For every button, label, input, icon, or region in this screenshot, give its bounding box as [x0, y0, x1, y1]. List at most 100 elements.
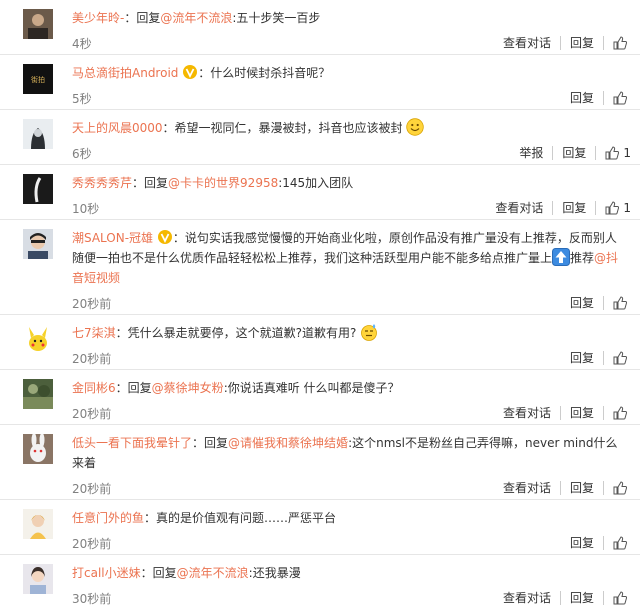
avatar[interactable] — [23, 9, 53, 39]
comment-username[interactable]: 天上的风晨0000 — [72, 121, 163, 135]
comment-text: 低头一看下面我晕针了：回复@请催我和蔡徐坤结婚:这个nmsl不是粉丝自己弄得嘛，… — [72, 436, 618, 470]
comment-time: 20秒前 — [72, 296, 112, 311]
comment-body: ：凭什么暴走就要停，这个就道歉?道歉有用? — [115, 326, 357, 340]
reply-link[interactable]: 回复 — [561, 536, 603, 550]
mention-link[interactable]: @流年不流浪 — [160, 11, 232, 25]
view-conversation-link[interactable]: 查看对话 — [494, 481, 560, 495]
comment-username[interactable]: 秀秀秀秀芹 — [72, 176, 132, 190]
avatar[interactable] — [23, 564, 53, 594]
like-button[interactable] — [603, 296, 640, 310]
comment-username[interactable]: 潮SALON-冠雄 — [72, 231, 153, 245]
like-button[interactable] — [603, 406, 640, 420]
comment-item: 美少年昤-：回复@流年不流浪:五十步笑一百步 4秒 查看对话 回复 — [0, 0, 640, 55]
like-button[interactable] — [603, 536, 640, 550]
reply-link[interactable]: 回复 — [552, 146, 595, 160]
reply-link[interactable]: 回复 — [559, 481, 603, 495]
verified-badge-icon — [183, 65, 198, 79]
comment-username[interactable]: 金同彬6 — [72, 381, 116, 395]
comment-time: 20秒前 — [72, 481, 112, 496]
like-button[interactable] — [603, 591, 640, 605]
comment-text: 秀秀秀秀芹：回复@卡卡的世界92958:145加入团队 — [72, 176, 354, 190]
avatar[interactable] — [23, 379, 53, 409]
view-conversation-link[interactable]: 查看对话 — [494, 406, 560, 420]
comment-time: 20秒前 — [72, 351, 112, 366]
like-count: 1 — [623, 146, 631, 160]
thumbs-up-icon — [613, 351, 627, 365]
reply-link[interactable]: 回复 — [559, 406, 603, 420]
comment-username[interactable]: 任意门外的鱼 — [72, 511, 144, 525]
verified-badge-icon — [157, 230, 172, 244]
avatar[interactable]: 街拍 — [23, 64, 53, 94]
like-button[interactable] — [603, 91, 640, 105]
svg-text:街拍: 街拍 — [31, 75, 45, 84]
like-button[interactable] — [603, 36, 640, 50]
comment-text: 打call小迷妹：回复@流年不流浪:还我暴漫 — [72, 566, 301, 580]
mention-link[interactable]: @卡卡的世界92958 — [168, 176, 278, 190]
mention-link[interactable]: @蔡徐坤女粉 — [152, 381, 224, 395]
thumbs-up-icon — [613, 406, 627, 420]
thumbs-up-icon — [613, 536, 627, 550]
comment-text: 马总滴街拍Android ：什么时候封杀抖音呢？ — [72, 63, 640, 83]
comment-item: 天上的风晨0000：希望一视同仁，暴漫被封，抖音也应该被封 6秒 举报 回复 1 — [0, 110, 640, 165]
comment-item: 任意门外的鱼：真的是价值观有问题……严惩平台 20秒前 回复 — [0, 500, 640, 555]
mention-link[interactable]: @流年不流浪 — [177, 566, 249, 580]
comment-text: 天上的风晨0000：希望一视同仁，暴漫被封，抖音也应该被封 — [72, 118, 640, 138]
sweat-emoji-icon — [361, 324, 378, 341]
thumbs-up-icon — [613, 591, 627, 605]
comment-body: ：希望一视同仁，暴漫被封，抖音也应该被封 — [162, 121, 403, 135]
view-conversation-link[interactable]: 查看对话 — [494, 36, 560, 50]
view-conversation-link[interactable]: 查看对话 — [494, 591, 560, 605]
comment-time: 4秒 — [72, 36, 92, 51]
view-conversation-link[interactable]: 查看对话 — [486, 201, 552, 215]
reply-link[interactable]: 回复 — [561, 91, 603, 105]
comment-username[interactable]: 打call小迷妹 — [72, 566, 141, 580]
like-button[interactable]: 1 — [595, 201, 640, 215]
comment-text: 七7柒淇：凭什么暴走就要停，这个就道歉?道歉有用? — [72, 323, 640, 343]
avatar[interactable] — [23, 119, 53, 149]
thumbs-up-icon — [613, 481, 627, 495]
smile-emoji-icon — [406, 118, 425, 136]
comment-username[interactable]: 美少年昤- — [72, 11, 124, 25]
comment-body: ：什么时候封杀抖音呢？ — [198, 66, 331, 80]
comment-body: :五十步笑一百步 — [232, 11, 321, 25]
comment-body: ：真的是价值观有问题……严惩平台 — [144, 511, 337, 525]
comment-text: 美少年昤-：回复@流年不流浪:五十步笑一百步 — [72, 11, 321, 25]
avatar[interactable] — [23, 174, 53, 204]
report-link[interactable]: 举报 — [510, 146, 552, 160]
comment-text: 金同彬6：回复@蔡徐坤女粉:你说话真难听 什么叫都是傻子？ — [72, 381, 400, 395]
reply-word: 回复 — [152, 566, 177, 580]
comment-item: 秀秀秀秀芹：回复@卡卡的世界92958:145加入团队 10秒 查看对话 回复 … — [0, 165, 640, 220]
comment-item: 潮SALON-冠雄 ：说句实话我感觉慢慢的开始商业化啦，原创作品没有推广量没有上… — [0, 220, 640, 315]
comment-item: 打call小迷妹：回复@流年不流浪:还我暴漫 30秒前 查看对话 回复 — [0, 555, 640, 609]
thumbs-up-icon — [605, 146, 620, 160]
like-button[interactable] — [603, 481, 640, 495]
reply-word: 回复 — [144, 176, 169, 190]
comment-text: 任意门外的鱼：真的是价值观有问题……严惩平台 — [72, 508, 640, 528]
comment-body: ：说句实话我感觉慢慢的开始商业化啦，原创作品没有推广量没有上推荐，反而别人随便一… — [72, 231, 617, 265]
reply-link[interactable]: 回复 — [561, 351, 603, 365]
mention-link[interactable]: @请催我和蔡徐坤结婚 — [228, 436, 348, 450]
reply-link[interactable]: 回复 — [559, 591, 603, 605]
avatar[interactable] — [23, 509, 53, 539]
reply-word: 回复 — [204, 436, 229, 450]
comment-item: 金同彬6：回复@蔡徐坤女粉:你说话真难听 什么叫都是傻子？ 20秒前 查看对话 … — [0, 370, 640, 425]
reply-link[interactable]: 回复 — [561, 296, 603, 310]
thumbs-up-icon — [613, 296, 627, 310]
comment-body: :还我暴漫 — [248, 566, 301, 580]
avatar[interactable] — [23, 434, 53, 464]
thumbs-up-icon — [613, 36, 627, 50]
avatar[interactable] — [23, 229, 53, 259]
comment-list: 美少年昤-：回复@流年不流浪:五十步笑一百步 4秒 查看对话 回复 街拍 马总滴… — [0, 0, 640, 609]
thumbs-up-icon — [613, 91, 627, 105]
reply-link[interactable]: 回复 — [552, 201, 595, 215]
comment-username[interactable]: 马总滴街拍Android — [72, 66, 178, 80]
reply-link[interactable]: 回复 — [559, 36, 603, 50]
comment-username[interactable]: 七7柒淇 — [72, 326, 116, 340]
comment-body: :145加入团队 — [278, 176, 354, 190]
reply-word: 回复 — [136, 11, 161, 25]
like-button[interactable] — [603, 351, 640, 365]
like-button[interactable]: 1 — [595, 146, 640, 160]
comment-username[interactable]: 低头一看下面我晕针了 — [72, 436, 192, 450]
like-count: 1 — [623, 201, 631, 215]
avatar[interactable] — [23, 324, 53, 354]
